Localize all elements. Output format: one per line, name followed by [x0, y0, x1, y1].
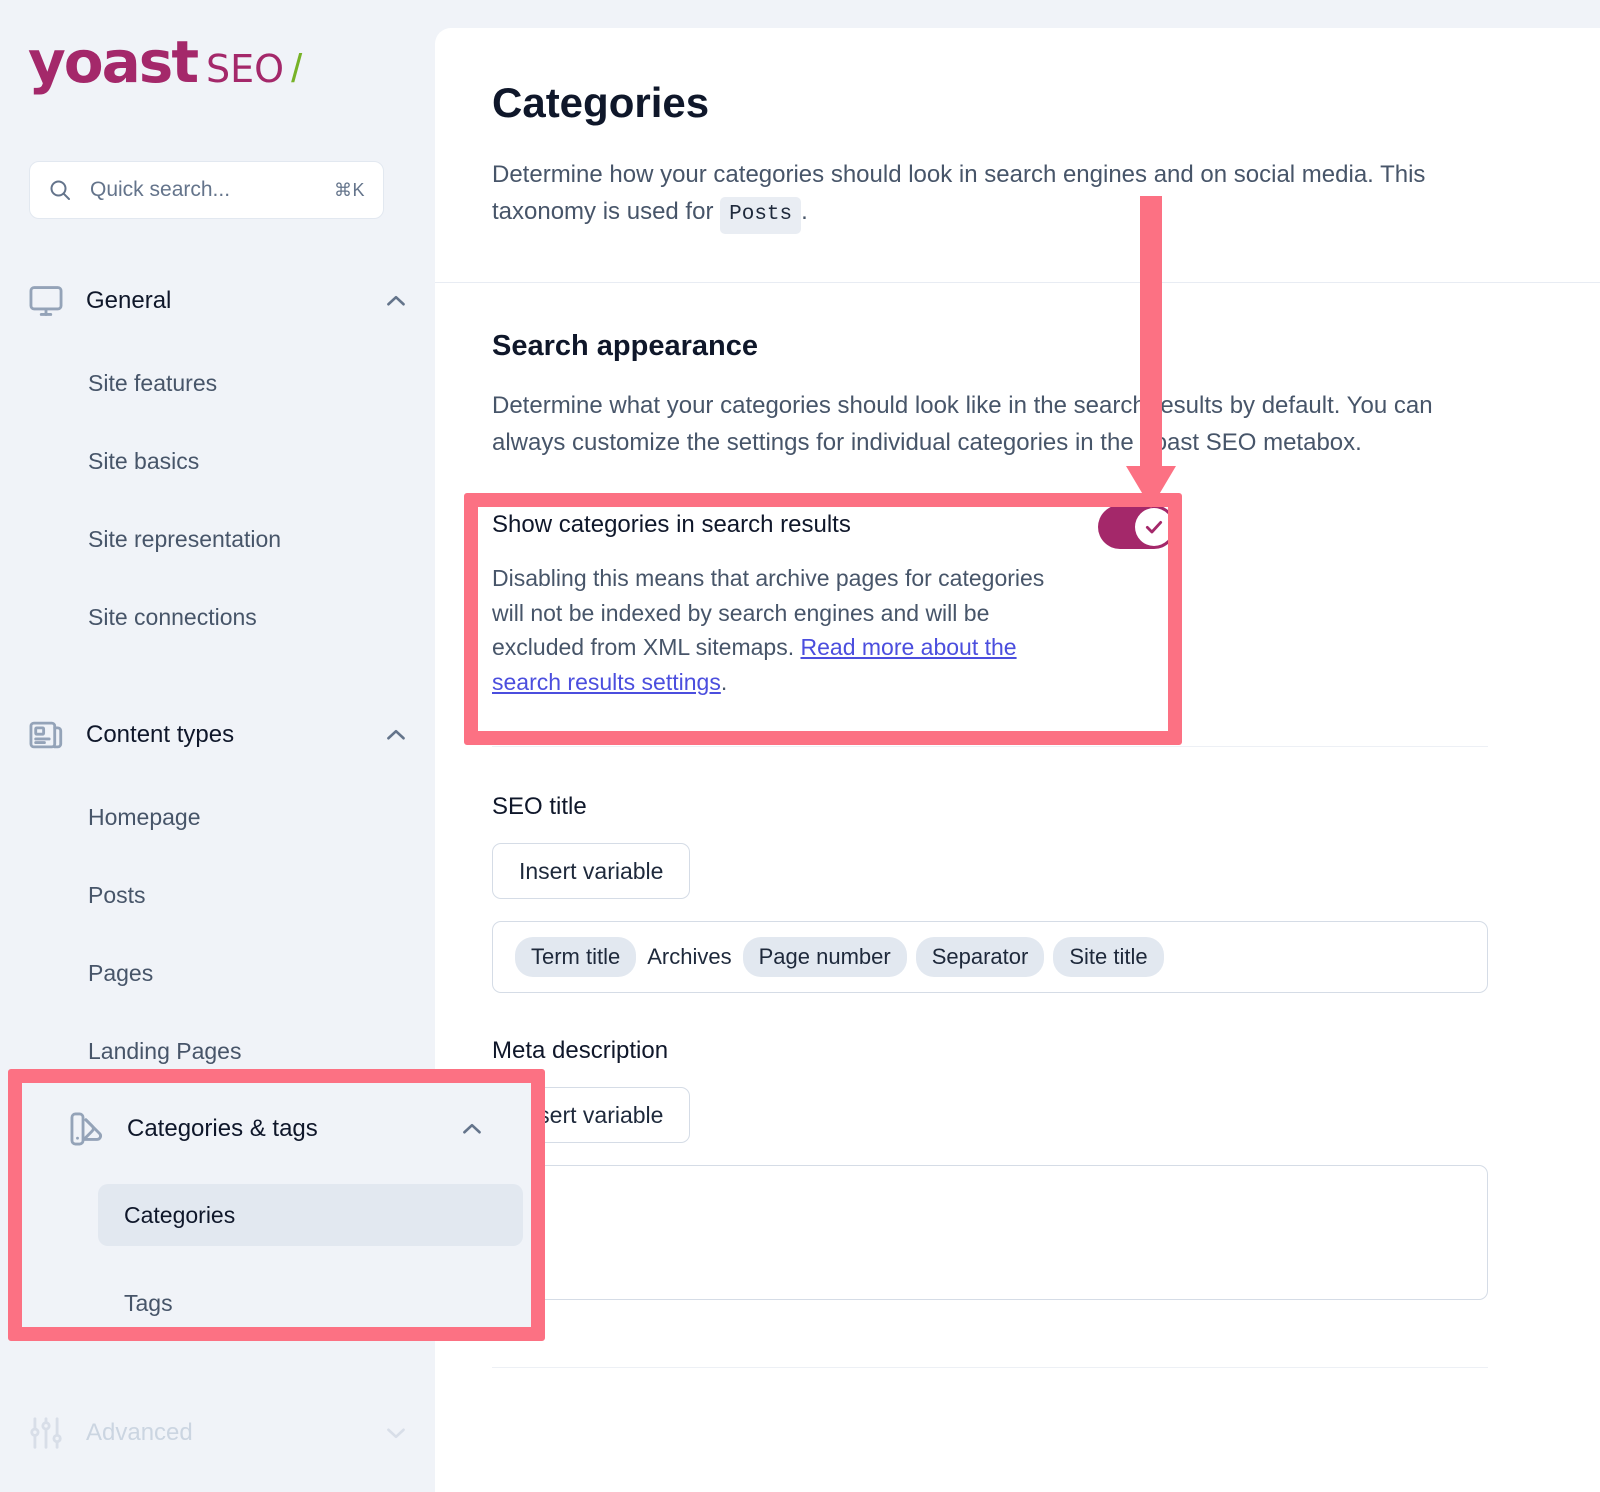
sidebar-group-label: General	[86, 287, 172, 314]
monitor-icon	[29, 286, 63, 316]
seo-title-insert-variable-button[interactable]: Insert variable	[492, 843, 691, 900]
newspaper-icon	[29, 721, 63, 749]
search-input[interactable]: Quick search...	[90, 178, 334, 202]
bottom-divider	[492, 1367, 1488, 1369]
seo-title-field: SEO title Insert variable Term title Arc…	[435, 747, 1600, 994]
main-content-card: Categories Determine how your categories…	[435, 28, 1600, 1492]
variable-pill[interactable]: Term title	[515, 937, 637, 978]
sidebar-group-label: Advanced	[86, 1419, 193, 1446]
variable-pill[interactable]: Site title	[1053, 937, 1164, 978]
search-appearance-title: Search appearance	[492, 329, 758, 362]
sidebar-group-advanced: Advanced	[0, 1404, 435, 1462]
sidebar-item-site-connections[interactable]: Site connections	[62, 590, 409, 644]
meta-description-label: Meta description	[492, 1037, 669, 1065]
chevron-up-icon[interactable]	[383, 288, 409, 314]
logo-slash: /	[291, 47, 303, 91]
sidebar-item-tags[interactable]: Tags	[62, 1294, 409, 1348]
page-description-suffix: .	[801, 198, 808, 226]
chevron-down-icon[interactable]	[383, 1420, 409, 1446]
sidebar-group-header-advanced[interactable]: Advanced	[0, 1404, 435, 1462]
sidebar: yoast SEO / Quick search... ⌘K General S…	[0, 0, 435, 1492]
chevron-up-icon[interactable]	[383, 1147, 409, 1173]
app-window: Categories Determine how your categories…	[0, 0, 1600, 1492]
meta-description-insert-variable-button[interactable]: Insert variable	[492, 1087, 691, 1144]
meta-description-field: Meta description Insert variable	[435, 993, 1600, 1301]
sidebar-group-header-general[interactable]: General	[0, 272, 435, 330]
sidebar-item-homepage[interactable]: Homepage	[62, 790, 409, 844]
quick-search-box[interactable]: Quick search... ⌘K	[29, 161, 384, 219]
page-title: Categories	[492, 79, 710, 126]
show-in-search-results-help: Disabling this means that archive pages …	[492, 561, 1067, 699]
sidebar-group-content-types: Content types Homepage Posts Pages Landi…	[0, 706, 435, 1078]
taxonomy-chip: Posts	[720, 197, 802, 234]
variable-pill[interactable]: Separator	[915, 937, 1045, 978]
logo-wordmark: yoast	[28, 28, 199, 96]
yoast-seo-logo: yoast SEO /	[28, 33, 302, 91]
meta-description-textarea[interactable]	[492, 1165, 1488, 1301]
show-in-search-results-row: Show categories in search results Disabl…	[492, 505, 1180, 699]
sidebar-nav: General Site features Site basics Site r…	[0, 272, 435, 1462]
sidebar-item-categories[interactable]: Categories	[62, 1216, 409, 1270]
logo-seo-text: SEO	[206, 47, 285, 91]
search-icon	[50, 180, 70, 200]
sidebar-item-site-representation[interactable]: Site representation	[62, 512, 409, 566]
tag-swatch-icon	[29, 1143, 62, 1177]
sliders-icon	[30, 1417, 62, 1449]
page-description: Determine how your categories should loo…	[492, 156, 1502, 234]
check-icon	[1145, 521, 1163, 534]
seo-title-input[interactable]: Term title Archives Page number Separato…	[492, 921, 1488, 994]
sidebar-item-pages[interactable]: Pages	[62, 946, 409, 1000]
sidebar-group-header-content-types[interactable]: Content types	[0, 706, 435, 764]
page-description-text: Determine how your categories should loo…	[492, 161, 1426, 226]
search-appearance-section: Search appearance Determine what your ca…	[435, 283, 1600, 699]
variable-pill[interactable]: Page number	[742, 937, 907, 978]
sidebar-group-header-categories-and-tags[interactable]: Categories & tags	[0, 1131, 435, 1189]
sidebar-item-posts[interactable]: Posts	[62, 868, 409, 922]
sidebar-item-site-basics[interactable]: Site basics	[62, 434, 409, 488]
sidebar-item-landing-pages[interactable]: Landing Pages	[62, 1024, 409, 1078]
search-appearance-description: Determine what your categories should lo…	[492, 391, 1433, 457]
seo-title-label: SEO title	[492, 793, 587, 821]
search-shortcut-hint: ⌘K	[333, 179, 365, 200]
sidebar-group-label: Categories & tags	[86, 1146, 277, 1173]
sidebar-group-general: General Site features Site basics Site r…	[0, 272, 435, 644]
page-header: Categories Determine how your categories…	[435, 28, 1600, 234]
show-in-search-results-label: Show categories in search results	[492, 511, 851, 539]
variable-plain-text: Archives	[647, 944, 732, 970]
show-in-search-results-toggle[interactable]	[1098, 505, 1176, 550]
sidebar-item-site-features[interactable]: Site features	[62, 356, 409, 410]
sidebar-group-categories-and-tags: Categories & tags Categories Tags	[0, 1131, 435, 1348]
chevron-up-icon[interactable]	[383, 722, 409, 748]
sidebar-group-label: Content types	[86, 721, 235, 748]
help-suffix: .	[720, 668, 728, 695]
toggle-knob	[1135, 508, 1173, 547]
